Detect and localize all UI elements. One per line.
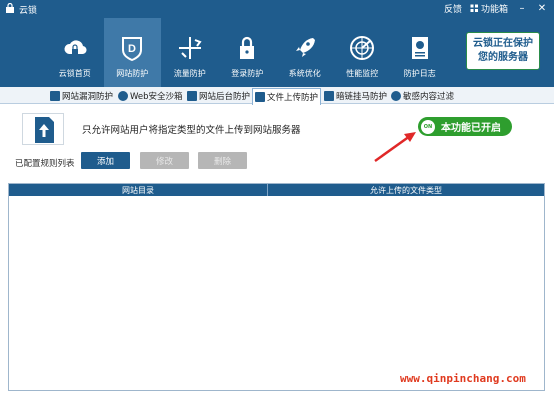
feature-description: 只允许网站用户将指定类型的文件上传到网站服务器	[82, 125, 301, 136]
nav-system-optimization-label: 系统优化	[288, 69, 321, 78]
nav-protection-log[interactable]: 防护日志	[391, 18, 449, 87]
rocket-icon	[295, 38, 315, 57]
nav-website-protection[interactable]: D 网站防护	[103, 18, 161, 87]
app-logo-icon	[6, 3, 14, 13]
toolbox-icon	[470, 4, 478, 12]
column-header-directory[interactable]: 网站目录	[9, 184, 268, 196]
nav-login-protection-label: 登录防护	[231, 69, 264, 78]
svg-text:D: D	[128, 43, 136, 55]
column-header-file-types[interactable]: 允许上传的文件类型	[268, 184, 544, 196]
shield-d-icon: D	[122, 37, 143, 62]
protection-status-badge[interactable]: 云锁正在保护 您的服务器	[466, 32, 540, 70]
rules-table: 网站目录 允许上传的文件类型	[8, 183, 545, 391]
link-shield-icon	[324, 90, 334, 101]
title-bar: 云锁 反馈 功能箱 – ✕	[0, 0, 554, 18]
nav-traffic-protection-label: 流量防护	[173, 69, 206, 78]
traffic-arrows-icon	[178, 37, 202, 59]
delete-button[interactable]: 删除	[198, 152, 247, 169]
bug-shield-icon	[50, 90, 60, 101]
toolbox-button[interactable]: 功能箱	[470, 2, 508, 15]
tab-hidden-link-protection[interactable]: 暗链挂马防护	[322, 88, 389, 103]
feature-enabled-toggle[interactable]: ON 本功能已开启	[418, 117, 512, 136]
tab-vulnerability-protection[interactable]: 网站漏洞防护	[48, 88, 115, 103]
upload-file-icon	[22, 113, 64, 145]
upload-document-icon	[35, 117, 54, 143]
nav-system-optimization[interactable]: 系统优化	[276, 18, 334, 87]
nav-website-protection-label: 网站防护	[116, 69, 149, 78]
table-header: 网站目录 允许上传的文件类型	[9, 184, 544, 196]
sub-tab-bar: 网站漏洞防护 Web安全沙箱 网站后台防护 文件上传防护 暗链挂马防护 敏感内容…	[0, 87, 554, 105]
edit-button[interactable]: 修改	[140, 152, 189, 169]
app-header: 云锁 反馈 功能箱 – ✕ 云锁首页 D 网站防护 流量防护 登录防护 系统优化…	[0, 0, 554, 87]
add-button[interactable]: 添加	[81, 152, 130, 169]
close-button[interactable]: ✕	[536, 3, 548, 15]
globe-icon	[118, 90, 128, 101]
rules-list-label: 已配置规则列表	[15, 159, 75, 169]
promo-line-1: 云锁正在保护	[473, 38, 533, 49]
feedback-button[interactable]: 反馈	[444, 2, 462, 15]
tab-label: Web安全沙箱	[130, 91, 183, 102]
nav-performance-monitor[interactable]: 性能监控	[334, 18, 392, 87]
tab-sensitive-content-filter[interactable]: 敏感内容过滤	[389, 88, 456, 103]
minimize-button[interactable]: –	[516, 3, 528, 15]
nav-home-label: 云锁首页	[58, 69, 91, 78]
red-arrow-icon	[374, 132, 416, 163]
nav-login-protection[interactable]: 登录防护	[219, 18, 277, 87]
radar-icon	[350, 36, 375, 60]
nav-home[interactable]: 云锁首页	[46, 18, 104, 87]
tab-label: 敏感内容过滤	[403, 91, 455, 102]
tab-label: 网站漏洞防护	[62, 91, 114, 102]
tab-label: 暗链挂马防护	[336, 91, 388, 102]
watermark-text: www.qinpinchang.com	[400, 372, 526, 385]
app-title: 云锁	[19, 6, 38, 16]
toggle-knob: ON	[421, 119, 435, 134]
tab-file-upload-protection[interactable]: 文件上传防护	[252, 88, 322, 105]
toolbox-label: 功能箱	[480, 5, 508, 15]
tab-label: 网站后台防护	[199, 91, 251, 102]
nav-performance-monitor-label: 性能监控	[346, 69, 379, 78]
nav-protection-log-label: 防护日志	[403, 69, 436, 78]
filter-icon	[391, 90, 401, 101]
promo-line-2: 您的服务器	[478, 52, 528, 63]
tab-admin-protection[interactable]: 网站后台防护	[185, 88, 252, 103]
log-document-icon	[411, 37, 428, 59]
main-nav: 云锁首页 D 网站防护 流量防护 登录防护 系统优化 性能监控 防护日志	[46, 18, 449, 87]
tab-web-sandbox[interactable]: Web安全沙箱	[116, 88, 185, 103]
padlock-icon	[240, 36, 255, 59]
upload-shield-icon	[255, 92, 265, 102]
admin-panel-icon	[187, 90, 197, 101]
cloud-lock-icon	[64, 40, 87, 55]
toggle-status-label: 本功能已开启	[441, 123, 501, 134]
tab-label: 文件上传防护	[267, 93, 319, 103]
nav-traffic-protection[interactable]: 流量防护	[161, 18, 219, 87]
